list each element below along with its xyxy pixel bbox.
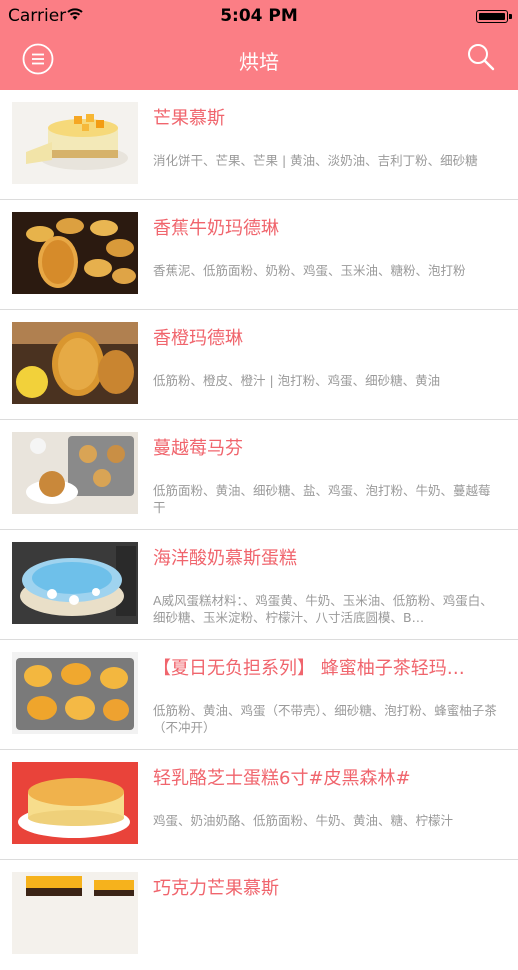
recipe-title: 芒果慕斯	[153, 108, 225, 129]
recipe-ingredients: 低筋粉、橙皮、橙汁 | 泡打粉、鸡蛋、细砂糖、黄油	[153, 373, 441, 388]
search-icon[interactable]	[466, 42, 496, 72]
list-item[interactable]: 香橙玛德琳 低筋粉、橙皮、橙汁 | 泡打粉、鸡蛋、细砂糖、黄油	[0, 310, 518, 420]
recipe-title: 【夏日无负担系列】 蜂蜜柚子茶轻玛…	[153, 658, 465, 679]
recipe-thumbnail	[12, 322, 138, 404]
recipe-thumbnail	[12, 432, 138, 514]
recipe-thumbnail	[12, 762, 138, 844]
recipe-title: 海洋酸奶慕斯蛋糕	[153, 548, 297, 569]
recipe-thumbnail	[12, 872, 138, 954]
recipe-ingredients: A威风蛋糕材料：、鸡蛋黄、牛奶、玉米油、低筋粉、鸡蛋白、细砂糖、玉米淀粉、柠檬汁…	[153, 593, 493, 625]
recipe-ingredients: 鸡蛋、奶油奶酪、低筋面粉、牛奶、黄油、糖、柠檬汁	[153, 813, 454, 828]
recipe-title: 蔓越莓马芬	[153, 438, 243, 459]
status-time: 5:04 PM	[220, 6, 298, 26]
list-item[interactable]: 【夏日无负担系列】 蜂蜜柚子茶轻玛… 低筋粉、黄油、鸡蛋（不带壳）、细砂糖、泡打…	[0, 640, 518, 750]
recipe-ingredients: 消化饼干、芒果、芒果 | 黄油、淡奶油、吉利丁粉、细砂糖	[153, 153, 478, 168]
nav-bar: 烘培	[0, 32, 518, 90]
page-title: 烘培	[239, 50, 279, 74]
recipe-thumbnail	[12, 212, 138, 294]
list-item[interactable]: 芒果慕斯 消化饼干、芒果、芒果 | 黄油、淡奶油、吉利丁粉、细砂糖	[0, 90, 518, 200]
recipe-thumbnail	[12, 542, 138, 624]
list-item[interactable]: 香蕉牛奶玛德琳 香蕉泥、低筋面粉、奶粉、鸡蛋、玉米油、糖粉、泡打粉	[0, 200, 518, 310]
recipe-title: 香蕉牛奶玛德琳	[153, 218, 279, 239]
recipe-title: 轻乳酪芝士蛋糕6寸#皮黑森林#	[153, 768, 411, 789]
status-bar: Carrier 5:04 PM	[0, 0, 518, 32]
list-item[interactable]: 海洋酸奶慕斯蛋糕 A威风蛋糕材料：、鸡蛋黄、牛奶、玉米油、低筋粉、鸡蛋白、细砂糖…	[0, 530, 518, 640]
battery-icon	[476, 10, 512, 23]
recipe-ingredients: 低筋粉、黄油、鸡蛋（不带壳）、细砂糖、泡打粉、蜂蜜柚子茶（不冲开）	[153, 703, 497, 735]
list-item[interactable]: 蔓越莓马芬 低筋面粉、黄油、细砂糖、盐、鸡蛋、泡打粉、牛奶、蔓越莓干	[0, 420, 518, 530]
list-item[interactable]: 轻乳酪芝士蛋糕6寸#皮黑森林# 鸡蛋、奶油奶酪、低筋面粉、牛奶、黄油、糖、柠檬汁	[0, 750, 518, 860]
list-item[interactable]: 巧克力芒果慕斯	[0, 860, 518, 970]
recipe-thumbnail	[12, 652, 138, 734]
recipe-list: 芒果慕斯 消化饼干、芒果、芒果 | 黄油、淡奶油、吉利丁粉、细砂糖 香蕉牛奶玛德…	[0, 90, 518, 970]
recipe-title: 香橙玛德琳	[153, 328, 243, 349]
recipe-ingredients: 香蕉泥、低筋面粉、奶粉、鸡蛋、玉米油、糖粉、泡打粉	[153, 263, 466, 278]
recipe-thumbnail	[12, 102, 138, 184]
recipe-title: 巧克力芒果慕斯	[153, 878, 279, 899]
recipe-ingredients: 低筋面粉、黄油、细砂糖、盐、鸡蛋、泡打粉、牛奶、蔓越莓干	[153, 483, 491, 515]
